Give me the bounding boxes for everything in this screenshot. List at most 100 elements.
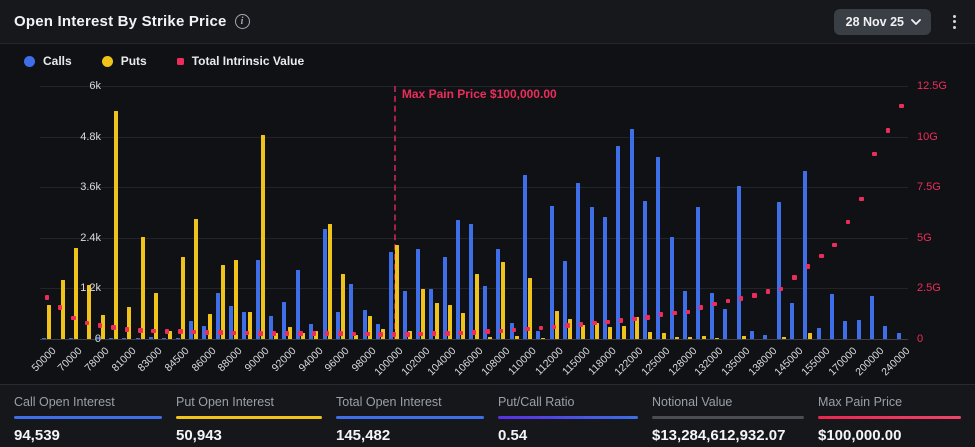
intrinsic-value-dot[interactable] <box>659 312 664 317</box>
plot-area[interactable]: Max Pain Price $100,000.0050000700007800… <box>40 86 908 339</box>
put-bar[interactable] <box>141 237 145 339</box>
put-bar[interactable] <box>515 336 519 339</box>
intrinsic-value-dot[interactable] <box>231 331 236 336</box>
intrinsic-value-dot[interactable] <box>71 316 76 321</box>
intrinsic-value-dot[interactable] <box>245 331 250 336</box>
put-bar[interactable] <box>808 333 812 339</box>
put-bar[interactable] <box>715 338 719 339</box>
intrinsic-value-dot[interactable] <box>792 275 797 280</box>
put-bar[interactable] <box>541 338 545 339</box>
call-bar[interactable] <box>590 207 594 339</box>
call-bar[interactable] <box>162 338 166 339</box>
intrinsic-value-dot[interactable] <box>432 331 437 336</box>
intrinsic-value-dot[interactable] <box>325 331 330 336</box>
intrinsic-value-dot[interactable] <box>766 289 771 294</box>
put-bar[interactable] <box>608 327 612 339</box>
call-bar[interactable] <box>469 224 473 339</box>
intrinsic-value-dot[interactable] <box>352 332 357 337</box>
call-bar[interactable] <box>496 249 500 339</box>
call-bar[interactable] <box>109 338 113 339</box>
intrinsic-value-dot[interactable] <box>552 325 557 330</box>
intrinsic-value-dot[interactable] <box>125 327 130 332</box>
put-bar[interactable] <box>127 307 131 339</box>
intrinsic-value-dot[interactable] <box>712 302 717 307</box>
put-bar[interactable] <box>114 111 118 339</box>
intrinsic-value-dot[interactable] <box>272 331 277 336</box>
intrinsic-value-dot[interactable] <box>205 330 210 335</box>
call-bar[interactable] <box>710 293 714 339</box>
intrinsic-value-dot[interactable] <box>472 330 477 335</box>
call-bar[interactable] <box>550 206 554 339</box>
call-bar[interactable] <box>536 331 540 339</box>
put-bar[interactable] <box>501 262 505 339</box>
call-bar[interactable] <box>857 320 861 339</box>
call-bar[interactable] <box>149 337 153 340</box>
legend-item-calls[interactable]: Calls <box>24 54 72 68</box>
put-bar[interactable] <box>581 325 585 339</box>
intrinsic-value-dot[interactable] <box>218 330 223 335</box>
intrinsic-value-dot[interactable] <box>298 331 303 336</box>
put-bar[interactable] <box>194 219 198 339</box>
intrinsic-value-dot[interactable] <box>45 295 50 300</box>
put-bar[interactable] <box>395 245 399 339</box>
put-bar[interactable] <box>74 248 78 340</box>
call-bar[interactable] <box>870 296 874 339</box>
call-bar[interactable] <box>122 338 126 339</box>
intrinsic-value-dot[interactable] <box>512 328 517 333</box>
intrinsic-value-dot[interactable] <box>846 220 851 225</box>
call-bar[interactable] <box>843 321 847 339</box>
more-options-icon[interactable] <box>945 11 963 33</box>
call-bar[interactable] <box>389 252 393 339</box>
call-bar[interactable] <box>723 309 727 339</box>
put-bar[interactable] <box>662 333 666 339</box>
intrinsic-value-dot[interactable] <box>565 323 570 328</box>
intrinsic-value-dot[interactable] <box>752 293 757 298</box>
call-bar[interactable] <box>456 220 460 339</box>
put-bar[interactable] <box>488 337 492 339</box>
intrinsic-value-dot[interactable] <box>418 332 423 337</box>
call-bar[interactable] <box>269 316 273 339</box>
put-bar[interactable] <box>208 314 212 339</box>
put-bar[interactable] <box>261 135 265 339</box>
put-bar[interactable] <box>328 224 332 340</box>
intrinsic-value-dot[interactable] <box>619 318 624 323</box>
put-bar[interactable] <box>341 274 345 339</box>
call-bar[interactable] <box>696 207 700 339</box>
intrinsic-value-dot[interactable] <box>165 329 170 334</box>
intrinsic-value-dot[interactable] <box>859 197 864 202</box>
call-bar[interactable] <box>883 326 887 339</box>
intrinsic-value-dot[interactable] <box>539 326 544 331</box>
put-bar[interactable] <box>47 305 51 339</box>
call-bar[interactable] <box>777 202 781 340</box>
intrinsic-value-dot[interactable] <box>592 321 597 326</box>
intrinsic-value-dot[interactable] <box>445 331 450 336</box>
call-bar[interactable] <box>750 331 754 339</box>
intrinsic-value-dot[interactable] <box>886 128 891 133</box>
call-bar[interactable] <box>349 284 353 339</box>
intrinsic-value-dot[interactable] <box>258 331 263 336</box>
call-bar[interactable] <box>817 328 821 339</box>
intrinsic-value-dot[interactable] <box>525 327 530 332</box>
intrinsic-value-dot[interactable] <box>378 332 383 337</box>
intrinsic-value-dot[interactable] <box>178 329 183 334</box>
put-bar[interactable] <box>675 337 679 340</box>
call-bar[interactable] <box>683 291 687 339</box>
intrinsic-value-dot[interactable] <box>458 331 463 336</box>
intrinsic-value-dot[interactable] <box>832 243 837 248</box>
legend-item-puts[interactable]: Puts <box>102 54 147 68</box>
intrinsic-value-dot[interactable] <box>699 305 704 310</box>
intrinsic-value-dot[interactable] <box>779 287 784 292</box>
intrinsic-value-dot[interactable] <box>806 264 811 269</box>
call-bar[interactable] <box>630 129 634 339</box>
call-bar[interactable] <box>830 294 834 339</box>
intrinsic-value-dot[interactable] <box>499 329 504 334</box>
call-bar[interactable] <box>323 229 327 339</box>
put-bar[interactable] <box>595 323 599 339</box>
legend-item-intrinsic[interactable]: Total Intrinsic Value <box>177 54 304 68</box>
call-bar[interactable] <box>790 303 794 340</box>
call-bar[interactable] <box>296 270 300 339</box>
intrinsic-value-dot[interactable] <box>191 330 196 335</box>
call-bar[interactable] <box>763 335 767 339</box>
put-bar[interactable] <box>234 260 238 339</box>
call-bar[interactable] <box>576 183 580 339</box>
